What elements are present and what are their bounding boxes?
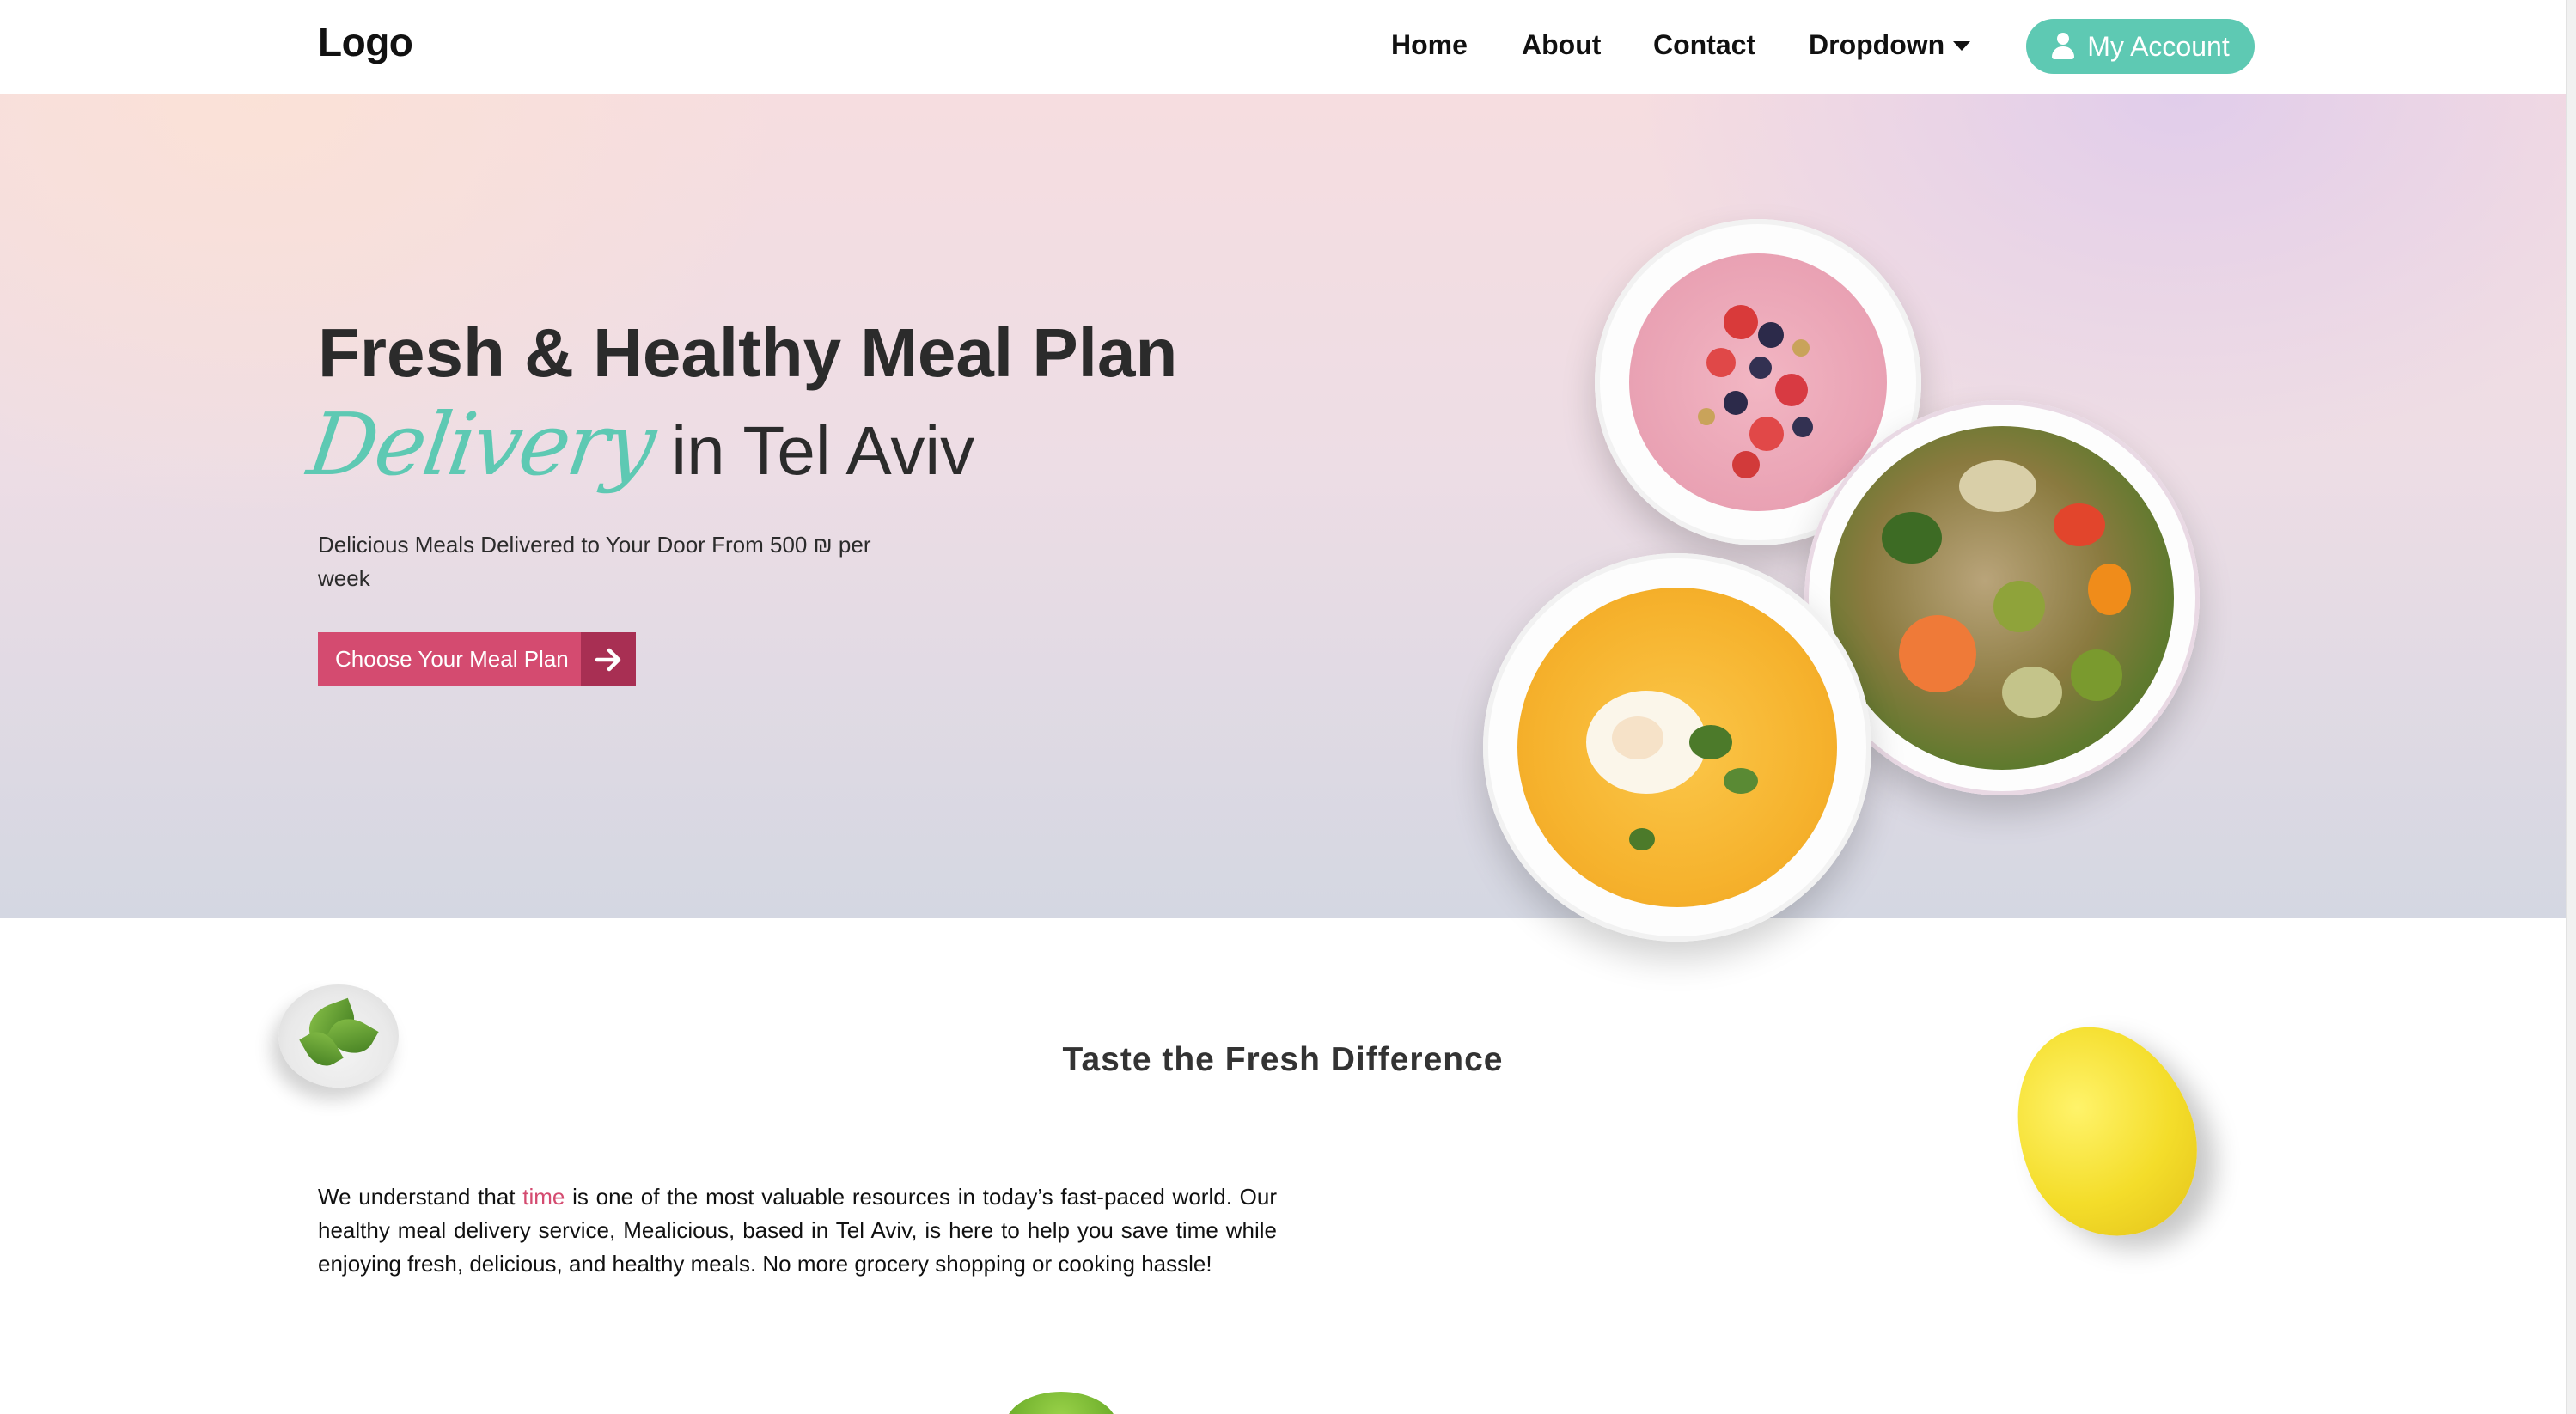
- my-account-label: My Account: [2087, 30, 2230, 62]
- hero-section: Fresh & Healthy Meal Plan Delivery in Te…: [0, 94, 2566, 942]
- navbar: Logo Home About Contact Dropdown My Acco…: [0, 0, 2566, 94]
- nav-dropdown-label: Dropdown: [1809, 29, 1945, 60]
- cta-label: Choose Your Meal Plan: [318, 632, 581, 686]
- hero-title-line2: Delivery in Tel Aviv: [302, 394, 975, 495]
- caret-down-icon: [1953, 41, 1971, 51]
- hero-subtitle: Delicious Meals Delivered to Your Door F…: [318, 532, 871, 591]
- hero-script-word: Delivery: [302, 394, 660, 495]
- user-icon: [2051, 33, 2075, 60]
- nav-link-home[interactable]: Home: [1391, 29, 1468, 61]
- section-body-text: We understand that time is one of the mo…: [318, 1180, 1277, 1281]
- hero-title-location: in Tel Aviv: [671, 412, 975, 489]
- scrollbar-gutter[interactable]: [2566, 0, 2576, 1414]
- lime-image: [1005, 1392, 1117, 1414]
- arrow-right-icon: [581, 632, 636, 686]
- body-text-before: We understand that: [318, 1184, 523, 1210]
- nav-dropdown-toggle[interactable]: Dropdown: [1809, 29, 1971, 61]
- nav-link-about[interactable]: About: [1522, 29, 1601, 61]
- nav-link-contact[interactable]: Contact: [1653, 29, 1755, 61]
- pumpkin-soup-bowl-image: [1483, 553, 1871, 942]
- choose-meal-plan-button[interactable]: Choose Your Meal Plan: [318, 632, 636, 686]
- hero-title: Fresh & Healthy Meal Plan: [318, 314, 1178, 391]
- section-title: Taste the Fresh Difference: [1062, 1041, 1504, 1078]
- lemon-image: [1985, 999, 2225, 1264]
- my-account-button[interactable]: My Account: [2026, 19, 2255, 74]
- body-text-highlight: time: [522, 1184, 565, 1210]
- page: Logo Home About Contact Dropdown My Acco…: [0, 0, 2576, 1414]
- logo-link[interactable]: Logo: [318, 19, 413, 65]
